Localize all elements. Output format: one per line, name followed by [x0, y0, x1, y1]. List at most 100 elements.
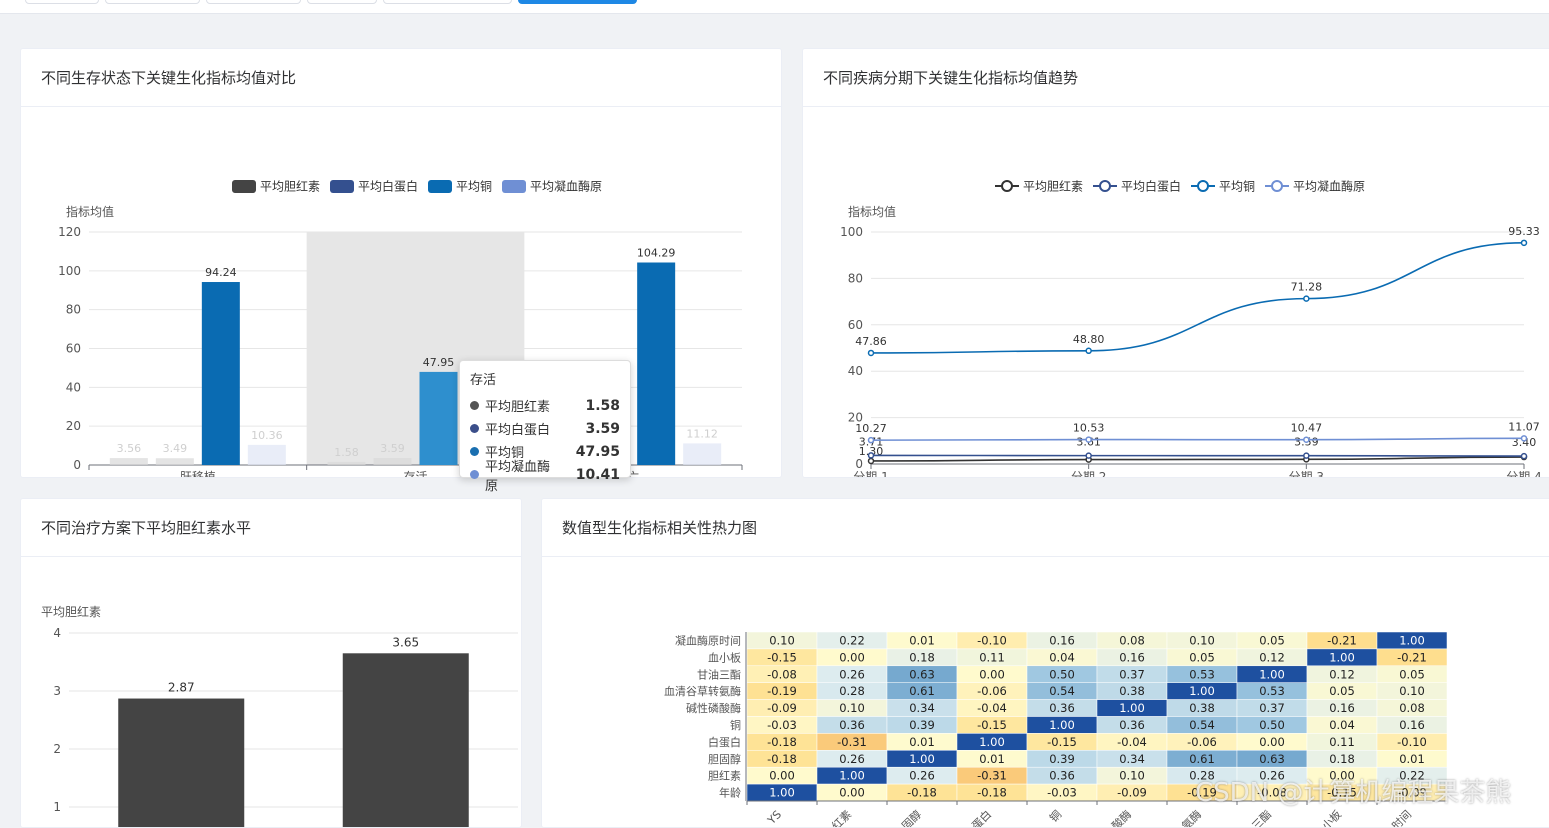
- tooltip-dot: [470, 447, 479, 456]
- toolbar-button[interactable]: [383, 0, 512, 4]
- toolbar-button-active[interactable]: [518, 0, 637, 4]
- point-value-label: 48.80: [1073, 333, 1105, 346]
- heatmap-cell-value: -0.06: [977, 684, 1007, 698]
- heatmap-cell-value: 1.00: [769, 786, 795, 800]
- y-tick-label: 80: [66, 303, 81, 317]
- y-tick-label: 20: [66, 419, 81, 433]
- x-tick-label: 分期 2: [1071, 470, 1106, 478]
- survival-bar-chart[interactable]: 020406080100120肝移植 存活 亡指标均值平均胆红素 平均白蛋白 平均铜 平均…: [21, 107, 782, 478]
- heatmap-cell-value: 0.16: [1329, 701, 1355, 715]
- bar: [683, 443, 722, 465]
- heatmap-cell-value: 0.05: [1329, 684, 1355, 698]
- heatmap-cell-value: 0.34: [1119, 752, 1145, 766]
- heatmap-row-label: 凝血酶原时间: [675, 633, 741, 647]
- toolbar-button[interactable]: [105, 0, 200, 4]
- heatmap-cell-value: 1.00: [1399, 633, 1425, 647]
- toolbar-button[interactable]: [307, 0, 377, 4]
- legend-label: 平均凝血酶原: [1293, 179, 1365, 194]
- heatmap-cell-value: 0.63: [1259, 752, 1285, 766]
- bar: [342, 653, 469, 827]
- y-tick-label: 80: [848, 271, 863, 285]
- y-tick-label: 0: [855, 457, 863, 471]
- heatmap-cell-value: -0.31: [977, 769, 1007, 783]
- series-point: [867, 457, 875, 465]
- heatmap-row-label: 胆红素: [708, 770, 741, 783]
- heatmap-cell-value: -0.03: [767, 718, 797, 732]
- heatmap-col-label: 铜: [1046, 807, 1064, 825]
- heatmap-cell-value: 0.18: [909, 650, 935, 664]
- bar-value-label: 10.36: [251, 429, 283, 442]
- heatmap-cell-value: 0.26: [839, 752, 865, 766]
- heatmap-cell-value: 0.10: [839, 701, 865, 715]
- legend-label: 平均白蛋白: [358, 179, 418, 194]
- heatmap-cell-value: 0.36: [839, 718, 865, 732]
- heatmap-cell-value: 0.38: [1119, 684, 1145, 698]
- point-value-label: 10.27: [855, 422, 887, 435]
- heatmap-cell-value: 0.01: [909, 735, 935, 749]
- y-tick-label: 1: [53, 800, 61, 814]
- heatmap-cell-value: 0.00: [839, 786, 865, 800]
- y-axis-title: 指标均值: [66, 204, 114, 219]
- series-line: [870, 437, 1525, 441]
- heatmap-cell-value: 0.10: [1119, 769, 1145, 783]
- tooltip-rows: 平均胆红素 1.58 平均白蛋白 3.59 平均铜 47.95 平均凝血酶原 10.41: [470, 394, 620, 494]
- bar: [327, 461, 366, 465]
- x-tick-label: 肝移植: [180, 469, 216, 478]
- heatmap-cell-value: -0.15: [977, 718, 1007, 732]
- heatmap-cell-value: 0.05: [1189, 650, 1215, 664]
- heatmap-cell-value: 0.54: [1049, 684, 1075, 698]
- heatmap-row-label: 血小板: [708, 650, 741, 664]
- heatmap-cell-value: 1.00: [909, 752, 935, 766]
- heatmap-cell-value: 0.08: [1399, 701, 1425, 715]
- heatmap-cell-value: 0.04: [1049, 650, 1075, 664]
- heatmap-cell-value: 0.00: [839, 650, 865, 664]
- top-toolbar: [0, 0, 1549, 14]
- treatment-bar-chart[interactable]: 1 2 3 4 平均胆红素 2.87 3.65: [21, 557, 522, 828]
- heatmap-col-label: YS: [765, 808, 785, 828]
- heatmap-cell-value: -0.18: [977, 786, 1007, 800]
- legend-label: 平均铜: [1219, 179, 1255, 194]
- legend-marker: [1197, 180, 1209, 192]
- y-tick-label: 4: [53, 626, 61, 640]
- heatmap-cell-value: 0.26: [839, 667, 865, 681]
- series-point: [867, 349, 875, 357]
- bar: [118, 698, 245, 827]
- heatmap-cell-value: -0.15: [1047, 735, 1077, 749]
- toolbar-button[interactable]: [206, 0, 301, 4]
- heatmap-cell-value: 0.18: [1329, 752, 1355, 766]
- heatmap-cell-value: -0.06: [1187, 735, 1217, 749]
- heatmap-cell-value: 0.36: [1119, 718, 1145, 732]
- heatmap-cell-value: -0.21: [1397, 650, 1427, 664]
- y-tick-label: 40: [848, 364, 863, 378]
- bar: [419, 371, 458, 465]
- treatment-chart-card: 不同治疗方案下平均胆红素水平 1 2 3 4 平均胆红素 2.87 3.65: [20, 498, 522, 828]
- tooltip-series-value: 10.41: [575, 466, 620, 483]
- heatmap-cell-value: 1.00: [1049, 718, 1075, 732]
- heatmap-cell-value: 0.37: [1119, 667, 1145, 681]
- heatmap-cell-value: 1.00: [979, 735, 1005, 749]
- heatmap-cell-value: 1.00: [1189, 684, 1215, 698]
- bar-value-label: 47.95: [423, 356, 455, 369]
- series-line: [870, 456, 1525, 462]
- series-point: [1085, 347, 1092, 355]
- tooltip-dot: [470, 401, 479, 410]
- tooltip-series-name: 平均凝血酶原: [485, 459, 551, 494]
- heatmap-cell-value: 1.00: [1329, 650, 1355, 664]
- series-point: [1303, 436, 1310, 443]
- stage-line-chart[interactable]: 020406080100分期 1 分期 2 分期 3 分期 4指标均值平均胆红素 平均白…: [803, 107, 1549, 478]
- y-tick-label: 100: [58, 264, 81, 278]
- legend-swatch: [232, 180, 256, 193]
- heatmap-cell-value: 0.11: [1329, 735, 1355, 749]
- heatmap-cell-value: -0.18: [767, 735, 797, 749]
- heatmap-cell-value: -0.09: [1117, 786, 1147, 800]
- heatmap-cell-value: 0.53: [1259, 684, 1285, 698]
- heatmap-cell-value: 0.00: [979, 667, 1005, 681]
- tooltip-title: 存活: [470, 373, 497, 388]
- legend-marker: [1001, 180, 1013, 192]
- toolbar-button[interactable]: [25, 0, 99, 4]
- chart-tooltip: 存活 平均胆红素 1.58 平均白蛋白 3.59 平均铜 47.95 平均凝血酶原 10.41: [459, 360, 631, 494]
- series-point: [867, 452, 875, 459]
- y-tick-label: 2: [53, 742, 61, 756]
- heatmap-cell-value: 0.53: [1189, 667, 1215, 681]
- heatmap-cell-value: 0.28: [839, 684, 865, 698]
